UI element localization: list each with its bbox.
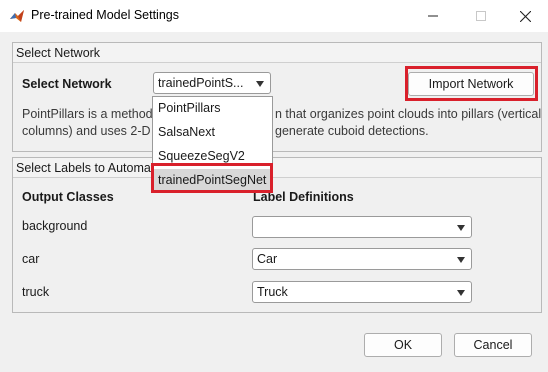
labels-heading: Select Labels to Automate — [13, 158, 541, 178]
chevron-down-icon — [457, 225, 465, 231]
close-icon[interactable] — [502, 0, 548, 32]
output-class-car: car — [22, 252, 40, 266]
network-description-right-1: n that organizes point clouds into pilla… — [275, 107, 542, 121]
output-class-truck: truck — [22, 285, 50, 299]
label-definition-dropdown-car[interactable]: Car — [252, 248, 472, 270]
label-definition-value: Car — [257, 252, 278, 266]
menu-item-salsanext[interactable]: SalsaNext — [153, 121, 272, 145]
network-dropdown[interactable]: trainedPointS... — [153, 72, 271, 94]
output-class-background: background — [22, 219, 88, 233]
window-title: Pre-trained Model Settings — [31, 8, 179, 22]
matlab-icon — [9, 8, 25, 24]
network-description-left-2: columns) and uses 2-D c — [22, 124, 161, 138]
minimize-icon[interactable] — [410, 0, 456, 32]
select-network-heading: Select Network — [13, 43, 541, 63]
maximize-icon[interactable] — [458, 0, 504, 32]
label-definition-dropdown-truck[interactable]: Truck — [252, 281, 472, 303]
label-definition-dropdown-background[interactable] — [252, 216, 472, 238]
select-network-label: Select Network — [22, 77, 112, 91]
chevron-down-icon — [256, 81, 264, 87]
label-definition-value: Truck — [257, 285, 288, 299]
network-description-left-1: PointPillars is a method f — [22, 107, 160, 121]
network-description-right-2: generate cuboid detections. — [275, 124, 429, 138]
output-classes-header: Output Classes — [22, 190, 114, 204]
menu-selection-highlight — [151, 163, 273, 193]
chevron-down-icon — [457, 257, 465, 263]
chevron-down-icon — [457, 290, 465, 296]
import-button-highlight — [405, 66, 538, 101]
cancel-button[interactable]: Cancel — [454, 333, 532, 357]
ok-button[interactable]: OK — [364, 333, 442, 357]
menu-item-pointpillars[interactable]: PointPillars — [153, 97, 272, 121]
network-dropdown-value: trainedPointS... — [158, 76, 244, 90]
title-bar: Pre-trained Model Settings — [0, 0, 548, 32]
